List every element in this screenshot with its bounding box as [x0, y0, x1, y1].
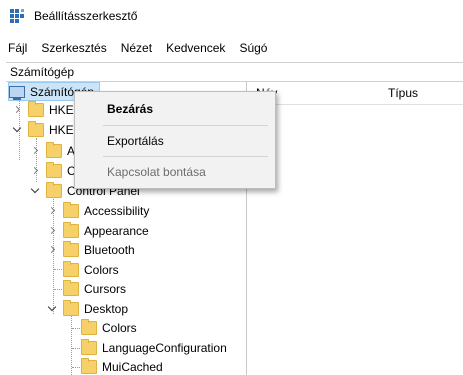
expand-arrow-icon[interactable]	[47, 206, 57, 216]
menu-bar: Fájl Szerkesztés Nézet Kedvencek Súgó	[0, 38, 273, 58]
folder-icon	[81, 319, 97, 335]
folder-icon	[63, 202, 79, 218]
window-title: Beállításszerkesztő	[34, 9, 138, 23]
tree-node-a[interactable]: A	[30, 141, 75, 161]
folder-icon	[63, 300, 79, 316]
folder-icon	[46, 162, 62, 178]
tree-node-bluetooth[interactable]: Bluetooth	[47, 240, 135, 260]
menu-view[interactable]: Nézet	[113, 41, 152, 55]
context-menu: Bezárás Exportálás Kapcsolat bontása	[74, 91, 276, 189]
collapse-arrow-icon[interactable]	[30, 186, 40, 196]
tree-node-muicached[interactable]: MuiCached	[75, 357, 163, 375]
context-menu-collapse[interactable]: Bezárás	[107, 102, 153, 116]
computer-icon	[9, 85, 25, 100]
tree-node-label: MuiCached	[102, 360, 163, 374]
tree-node-accessibility[interactable]: Accessibility	[47, 201, 149, 221]
folder-icon	[46, 182, 62, 198]
folder-icon	[63, 261, 79, 277]
folder-icon	[28, 121, 44, 137]
context-menu-disconnect[interactable]: Kapcsolat bontása	[107, 165, 206, 179]
tree-node-label: Appearance	[84, 224, 149, 238]
regedit-app-icon	[10, 9, 26, 23]
tree-node-language-configuration[interactable]: LanguageConfiguration	[75, 338, 227, 358]
tree-node-c[interactable]: C	[30, 161, 76, 181]
menu-file[interactable]: Fájl	[0, 41, 27, 55]
folder-icon	[81, 339, 97, 355]
folder-icon	[81, 358, 97, 374]
values-list-pane[interactable]: Név Típus	[248, 82, 463, 375]
tree-node-appearance[interactable]: Appearance	[47, 221, 149, 241]
tree-node-label: Colors	[102, 321, 137, 335]
menu-help[interactable]: Súgó	[231, 41, 267, 55]
address-path: Számítógép	[10, 65, 75, 79]
folder-icon	[63, 280, 79, 296]
tree-node-colors[interactable]: Colors	[57, 260, 119, 280]
expand-arrow-icon[interactable]	[30, 146, 40, 156]
folder-icon	[28, 101, 44, 117]
context-menu-separator	[103, 125, 268, 126]
title-bar: Beállításszerkesztő	[0, 0, 463, 32]
collapse-arrow-icon[interactable]	[47, 304, 57, 314]
expand-arrow-icon[interactable]	[47, 226, 57, 236]
tree-node-label: Colors	[84, 263, 119, 277]
list-header: Név Típus	[248, 82, 463, 105]
tree-node-label: Bluetooth	[84, 243, 135, 257]
tree-node-desktop-colors[interactable]: Colors	[75, 318, 137, 338]
tree-node-label: Cursors	[84, 282, 127, 296]
tree-node-hkcu[interactable]: HKE	[12, 120, 74, 140]
tree-node-label: HKE	[49, 123, 74, 137]
expand-arrow-icon[interactable]	[12, 105, 22, 115]
tree-node-label: Desktop	[84, 302, 129, 316]
tree-node-label: Accessibility	[84, 204, 150, 218]
tree-node-cursors[interactable]: Cursors	[57, 279, 126, 299]
menu-favorites[interactable]: Kedvencek	[158, 41, 225, 55]
column-header-type[interactable]: Típus	[388, 86, 418, 100]
address-bar[interactable]: Számítógép	[6, 62, 463, 82]
menu-edit[interactable]: Szerkesztés	[33, 41, 106, 55]
folder-icon	[46, 142, 62, 158]
folder-icon	[63, 222, 79, 238]
context-menu-separator	[103, 156, 268, 157]
tree-node-label: LanguageConfiguration	[102, 341, 227, 355]
expand-arrow-icon[interactable]	[47, 245, 57, 255]
folder-icon	[63, 241, 79, 257]
expand-arrow-icon[interactable]	[30, 166, 40, 176]
context-menu-export[interactable]: Exportálás	[107, 134, 164, 148]
collapse-arrow-icon[interactable]	[12, 125, 22, 135]
tree-node-desktop[interactable]: Desktop	[47, 299, 128, 319]
tree-node-hkcr[interactable]: HKE	[12, 100, 74, 120]
tree-node-label: HKE	[49, 103, 74, 117]
